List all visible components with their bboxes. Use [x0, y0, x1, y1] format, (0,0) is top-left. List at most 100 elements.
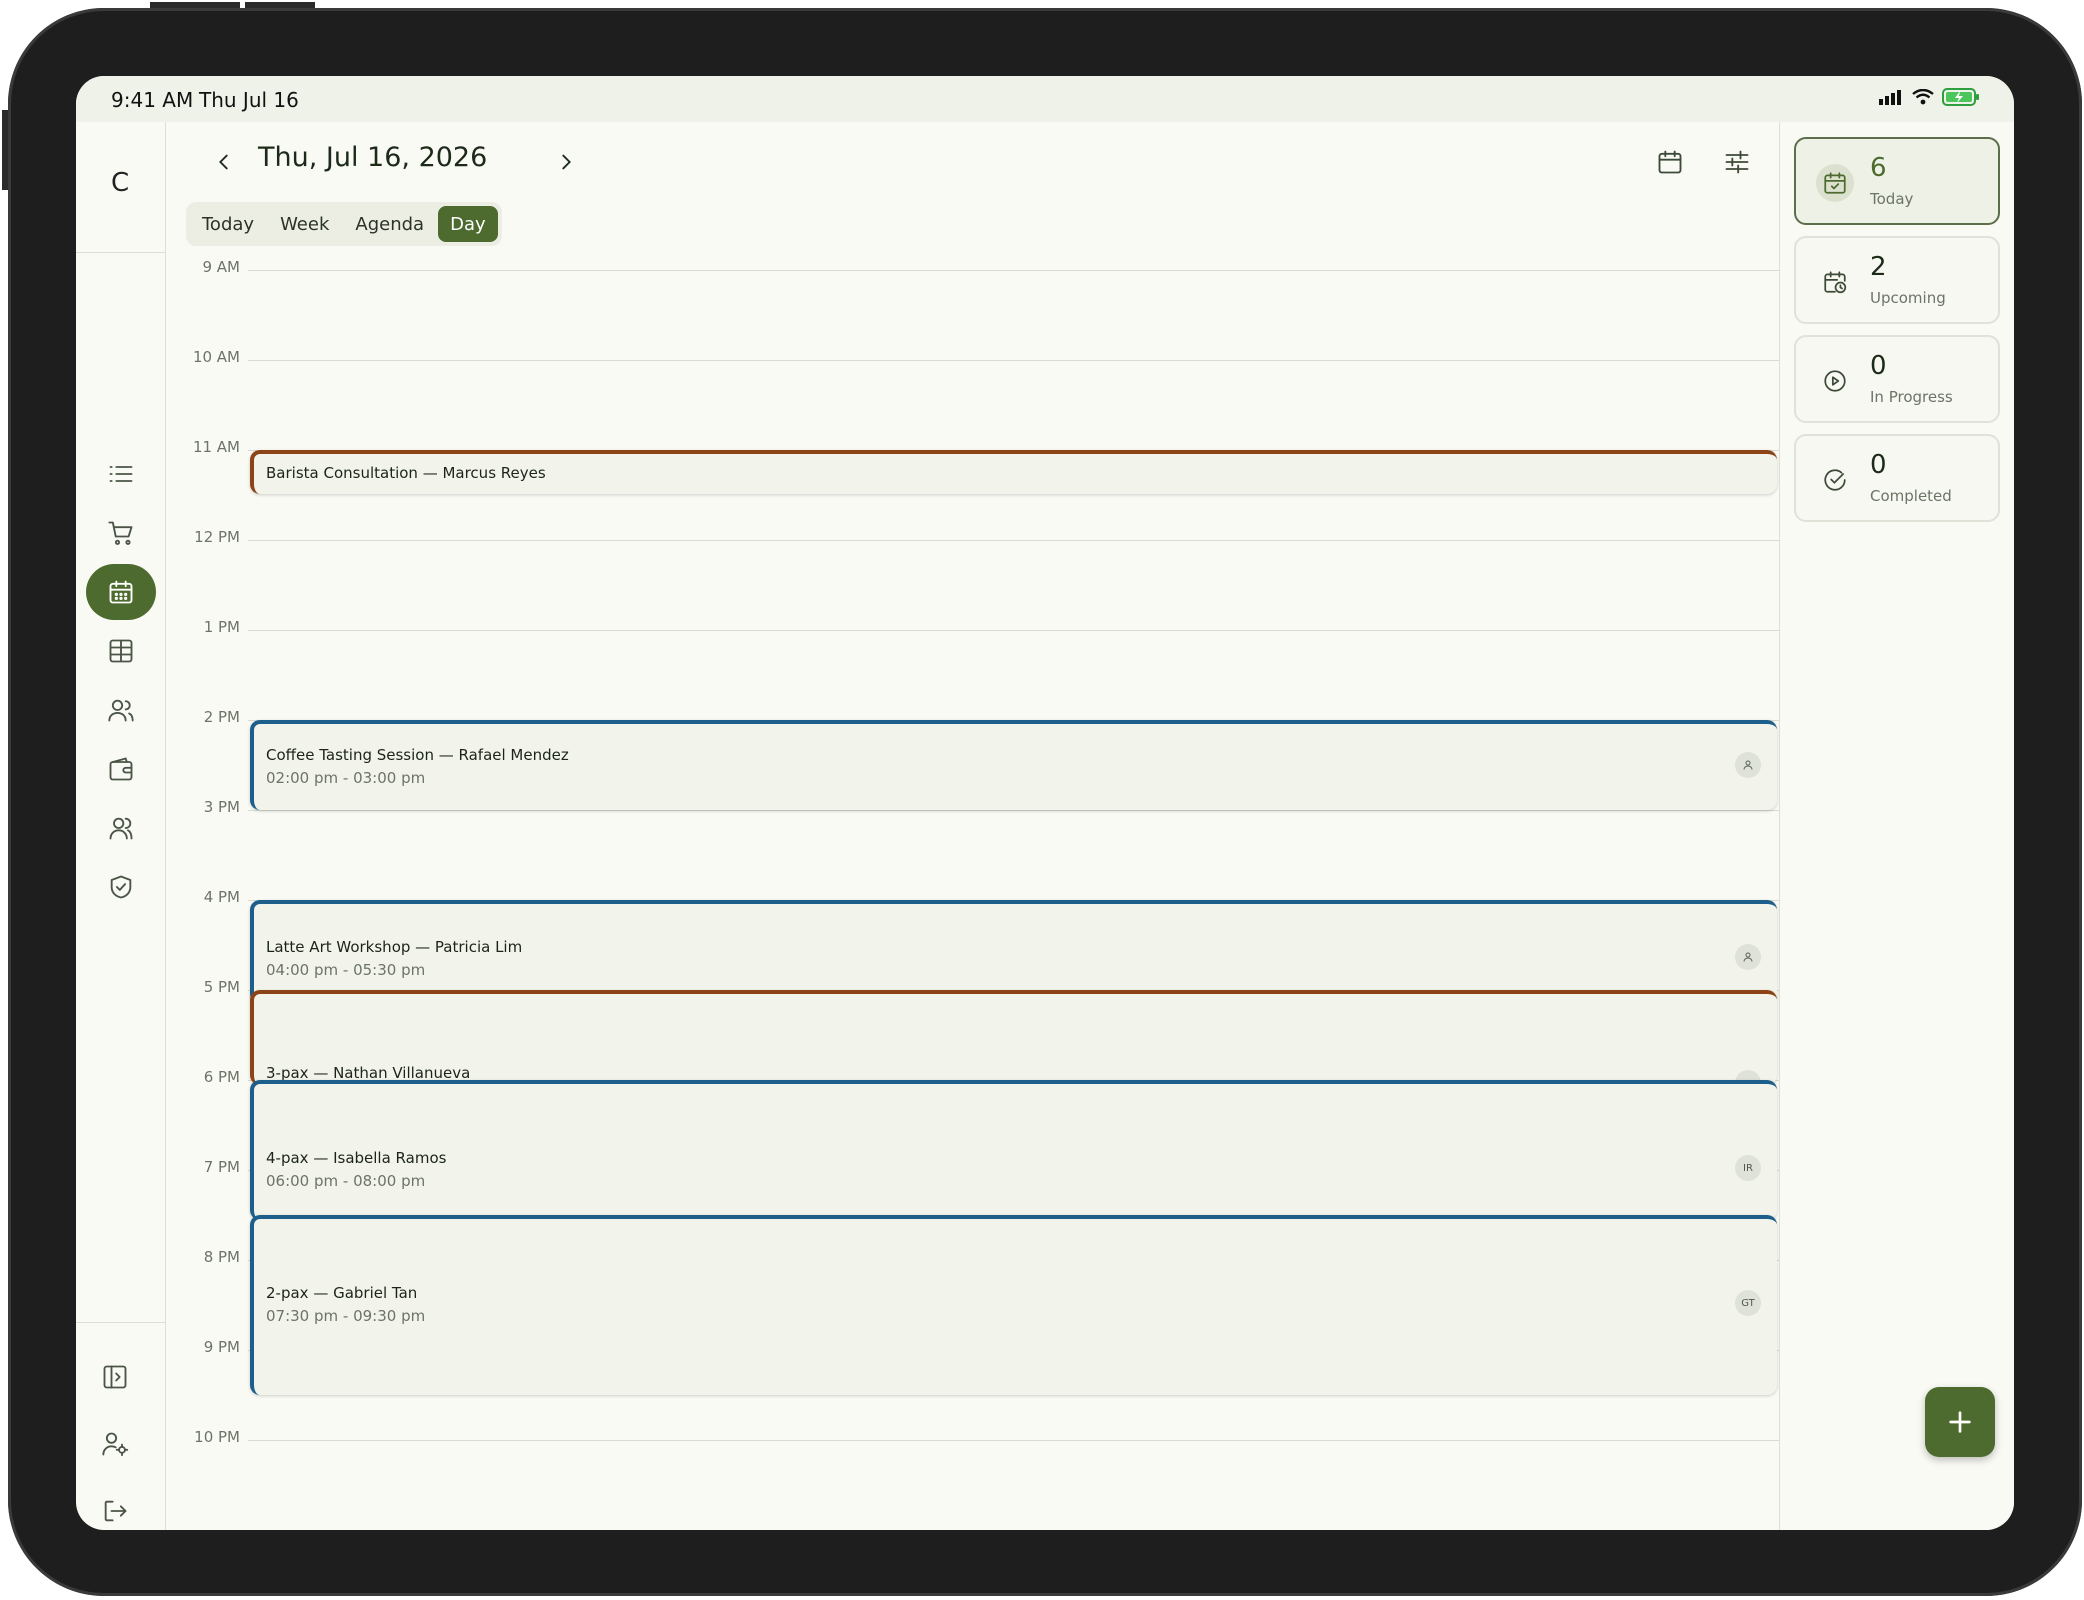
calendar-main: Thu, Jul 16, 2026 Today Week Agenda Day … [166, 122, 1816, 1530]
plus-icon [1949, 1411, 1971, 1433]
stats-panel: 6 Today 2 Upcoming 0 In Progress 0 Compl… [1779, 122, 2014, 1530]
avatar [1735, 944, 1761, 970]
hour-row: 9 AM [166, 258, 1779, 276]
volume-button [2, 110, 8, 190]
staff-icon [109, 817, 133, 840]
sidebar-divider [76, 1322, 166, 1323]
hour-label: 1 PM [203, 618, 240, 636]
filter-sliders-icon [1725, 150, 1749, 174]
hour-label: 10 PM [194, 1428, 240, 1446]
sidebar-item-calendar[interactable] [86, 564, 156, 620]
logout-button[interactable] [80, 1483, 150, 1530]
tab-day[interactable]: Day [438, 206, 498, 242]
hour-line [248, 540, 1779, 541]
event-card[interactable]: Latte Art Workshop — Patricia Lim 04:00 … [250, 900, 1777, 1004]
calendar-check-icon [1824, 172, 1846, 194]
hour-row: 1 PM [166, 618, 1779, 636]
event-time: 06:00 pm - 08:00 pm [266, 1172, 426, 1190]
next-day-button[interactable] [548, 144, 584, 180]
avatar: IR [1735, 1155, 1761, 1181]
sidebar-item-staff[interactable] [86, 800, 156, 856]
chevron-right-icon [562, 154, 571, 170]
stat-value: 0 [1870, 351, 1887, 381]
filter-button[interactable] [1715, 140, 1759, 184]
date-picker-button[interactable] [1648, 140, 1692, 184]
add-reservation-button[interactable] [1925, 1387, 1995, 1457]
event-card[interactable]: 2-pax — Gabriel Tan 07:30 pm - 09:30 pm … [250, 1215, 1777, 1395]
wallet-icon [109, 757, 133, 781]
event-title: Barista Consultation — Marcus Reyes [266, 464, 546, 482]
sidebar-item-tables[interactable] [86, 623, 156, 679]
stat-card-completed[interactable]: 0 Completed [1794, 434, 2000, 522]
day-timeline: 9 AM 10 AM 11 AM 12 PM 1 PM 2 PM 3 PM 4 … [166, 252, 1779, 1530]
status-bar: 9:41 AM Thu Jul 16 [76, 76, 2014, 122]
sidebar-divider [76, 252, 166, 253]
expand-panel-button[interactable] [80, 1349, 150, 1405]
stat-card-today[interactable]: 6 Today [1794, 137, 2000, 225]
hour-line [248, 810, 1779, 811]
top-button [150, 2, 240, 8]
hour-row: 10 AM [166, 348, 1779, 366]
stat-icon [1816, 461, 1854, 499]
calendar-icon [109, 580, 133, 604]
hour-row: 12 PM [166, 528, 1779, 546]
stat-card-in-progress[interactable]: 0 In Progress [1794, 335, 2000, 423]
stat-card-upcoming[interactable]: 2 Upcoming [1794, 236, 2000, 324]
sidebar-item-orders[interactable] [86, 505, 156, 561]
page-title: Thu, Jul 16, 2026 [258, 142, 488, 173]
stat-icon [1816, 164, 1854, 202]
list-icon [109, 466, 133, 482]
hour-line [248, 630, 1779, 631]
status-icons [1878, 88, 1980, 106]
hour-label: 9 PM [203, 1338, 240, 1356]
stat-label: Completed [1870, 487, 1952, 505]
person-icon [1743, 952, 1753, 962]
sidebar: C [76, 122, 166, 1530]
stat-label: Upcoming [1870, 289, 1946, 307]
hour-label: 2 PM [203, 708, 240, 726]
stat-value: 0 [1870, 450, 1887, 480]
event-time: 07:30 pm - 09:30 pm [266, 1307, 426, 1325]
event-time: 04:00 pm - 05:30 pm [266, 961, 426, 979]
view-switcher: Today Week Agenda Day [186, 202, 502, 246]
sidebar-item-security[interactable] [86, 859, 156, 915]
hour-label: 5 PM [203, 978, 240, 996]
hour-line [248, 270, 1779, 271]
tab-week[interactable]: Week [268, 206, 341, 242]
previous-day-button[interactable] [206, 144, 242, 180]
event-title: 4-pax — Isabella Ramos [266, 1149, 447, 1167]
hour-label: 8 PM [203, 1248, 240, 1266]
hour-line [248, 1440, 1779, 1441]
hour-row: 3 PM [166, 798, 1779, 816]
stat-value: 6 [1870, 153, 1887, 183]
event-card[interactable]: 4-pax — Isabella Ramos 06:00 pm - 08:00 … [250, 1080, 1777, 1220]
top-button [245, 2, 315, 8]
stat-icon [1816, 263, 1854, 301]
hour-label: 10 AM [192, 348, 240, 366]
event-card[interactable]: Barista Consultation — Marcus Reyes [250, 450, 1777, 494]
play-circle-icon [1824, 370, 1846, 392]
event-time: 02:00 pm - 03:00 pm [266, 769, 426, 787]
sidebar-item-list[interactable] [86, 446, 156, 502]
hour-label: 11 AM [192, 438, 240, 456]
tab-agenda[interactable]: Agenda [343, 206, 436, 242]
shield-icon [110, 875, 132, 899]
stat-label: Today [1870, 190, 1914, 208]
hour-label: 12 PM [194, 528, 240, 546]
cart-icon [108, 521, 133, 545]
event-card[interactable]: 3-pax — Nathan Villanueva [250, 990, 1777, 1085]
hour-label: 7 PM [203, 1158, 240, 1176]
hour-label: 4 PM [203, 888, 240, 906]
calendar-header: Thu, Jul 16, 2026 [166, 122, 1816, 202]
calendar-clock-icon [1824, 271, 1847, 294]
user-settings-button[interactable] [80, 1416, 150, 1472]
event-card[interactable]: Coffee Tasting Session — Rafael Mendez 0… [250, 720, 1777, 810]
sidebar-item-customers[interactable] [86, 682, 156, 738]
avatar [1735, 752, 1761, 778]
sidebar-item-wallet[interactable] [86, 741, 156, 797]
tab-today[interactable]: Today [190, 206, 266, 242]
app-screen: 9:41 AM Thu Jul 16 C Thu, Jul 16, 2026 T… [76, 76, 2014, 1530]
hour-label: 9 AM [202, 258, 240, 276]
expand-panel-icon [103, 1365, 127, 1389]
hour-row: 10 PM [166, 1428, 1779, 1446]
